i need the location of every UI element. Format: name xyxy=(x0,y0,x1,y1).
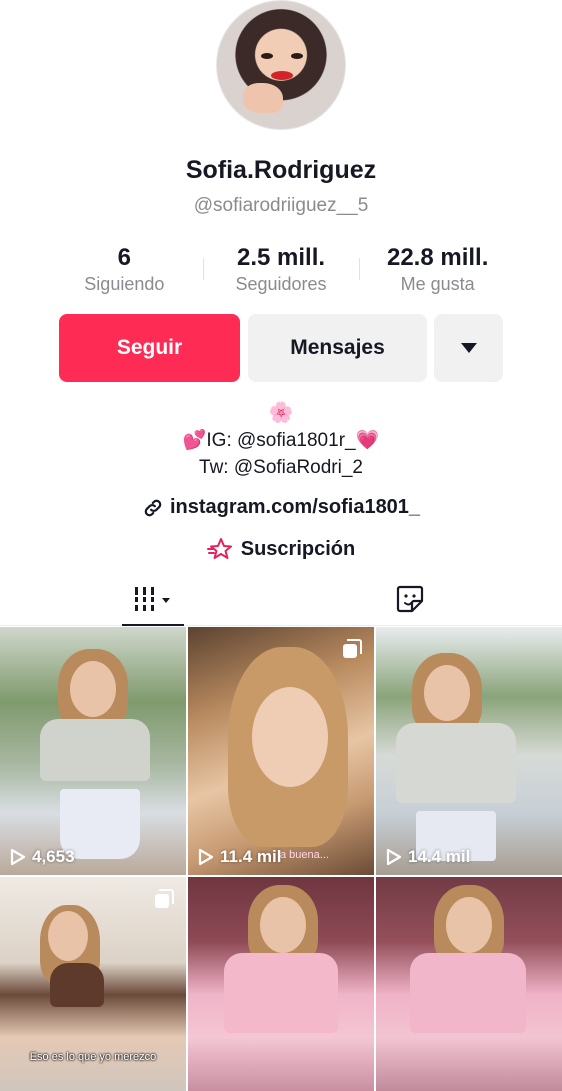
avatar-eye xyxy=(291,53,303,59)
heart-emoji: 💕 xyxy=(182,430,207,451)
stat-likes[interactable]: 22.8 mill. Me gusta xyxy=(359,244,516,300)
subscription-label: Suscripción xyxy=(240,537,356,560)
avatar-hand xyxy=(243,83,283,113)
profile-tabs xyxy=(0,572,562,626)
video-view-count: 14.4 mil xyxy=(386,847,470,867)
play-icon xyxy=(10,848,26,866)
video-thumbnail[interactable]: Eso es lo que yo merezco xyxy=(0,877,186,1091)
profile-stats: 6 Siguiendo 2.5 mill. Seguidores 22.8 mi… xyxy=(46,244,516,300)
tab-active-indicator xyxy=(122,624,184,626)
display-name: Sofia.Rodriguez xyxy=(185,156,377,184)
video-thumbnail[interactable] xyxy=(376,877,562,1091)
profile-link[interactable]: instagram.com/sofia1801_ xyxy=(0,496,562,519)
video-view-count-text: 14.4 mil xyxy=(408,847,471,866)
video-thumbnail[interactable]: a buena... 11.4 mil xyxy=(188,627,374,875)
thumbnail-face xyxy=(446,897,492,953)
play-icon xyxy=(386,848,402,866)
video-thumbnail[interactable]: 4,653 xyxy=(0,627,186,875)
bio-flower-emoji: 🌸 xyxy=(268,402,294,424)
thumbnail-face xyxy=(70,661,116,717)
thumbnail-face xyxy=(424,665,470,721)
video-grid: 4,653 a buena... 11.4 mil 14.4 mil Eso e… xyxy=(0,627,562,1091)
avatar-lips xyxy=(271,71,293,80)
bio-instagram: 💕IG: @sofia1801r_💗 xyxy=(0,428,562,452)
subscription-button[interactable]: Suscripción xyxy=(0,537,562,561)
stat-followers-value: 2.5 mill. xyxy=(236,244,326,271)
avatar-eye xyxy=(261,53,273,59)
video-view-count: 11.4 mil xyxy=(198,847,281,867)
thumbnail-face xyxy=(48,911,88,961)
link-icon xyxy=(144,499,162,516)
thumbnail-top xyxy=(410,953,526,1033)
heart-emoji: 💗 xyxy=(355,430,380,451)
avatar[interactable] xyxy=(216,0,346,130)
username: @sofiarodriiguez__5 xyxy=(193,195,369,216)
stat-following-value: 6 xyxy=(117,244,132,271)
thumbnail-top xyxy=(396,723,516,803)
video-view-count: 4,653 xyxy=(10,847,75,867)
stat-likes-label: Me gusta xyxy=(400,274,475,294)
stat-followers-label: Seguidores xyxy=(235,274,327,294)
video-view-count-text: 11.4 mil xyxy=(220,847,282,866)
video-view-count-text: 4,653 xyxy=(32,847,75,866)
tab-liked[interactable] xyxy=(380,572,440,626)
sticker-icon xyxy=(396,585,424,613)
video-thumbnail[interactable]: 14.4 mil xyxy=(376,627,562,875)
message-button[interactable]: Mensajes xyxy=(248,314,427,382)
stat-followers[interactable]: 2.5 mill. Seguidores xyxy=(202,244,360,300)
multi-video-icon xyxy=(155,889,174,908)
grid-icon xyxy=(135,587,170,611)
thumbnail-face xyxy=(260,897,306,953)
thumbnail-face xyxy=(252,687,328,787)
more-options-button[interactable] xyxy=(434,314,503,382)
bio-instagram-text: IG: @sofia1801r_ xyxy=(206,430,356,451)
video-thumbnail[interactable] xyxy=(188,877,374,1091)
video-overlay-text: a buena... xyxy=(280,849,329,861)
follow-button[interactable]: Seguir xyxy=(59,314,240,382)
tab-videos[interactable] xyxy=(122,572,184,626)
video-caption: Eso es lo que yo merezco xyxy=(29,1051,157,1063)
stat-following[interactable]: 6 Siguiendo xyxy=(46,244,203,300)
caret-down-icon xyxy=(460,343,477,353)
thumbnail-top xyxy=(224,953,338,1033)
thumbnail-top xyxy=(40,719,150,781)
star-icon xyxy=(206,538,232,559)
multi-video-icon xyxy=(343,639,362,658)
stat-following-label: Siguiendo xyxy=(84,274,165,294)
profile-link-text: instagram.com/sofia1801_ xyxy=(169,496,421,518)
thumbnail-top xyxy=(50,963,104,1007)
bio-twitter: Tw: @SofiaRodri_2 xyxy=(199,457,363,478)
stat-likes-value: 22.8 mill. xyxy=(386,244,489,271)
play-icon xyxy=(198,848,214,866)
